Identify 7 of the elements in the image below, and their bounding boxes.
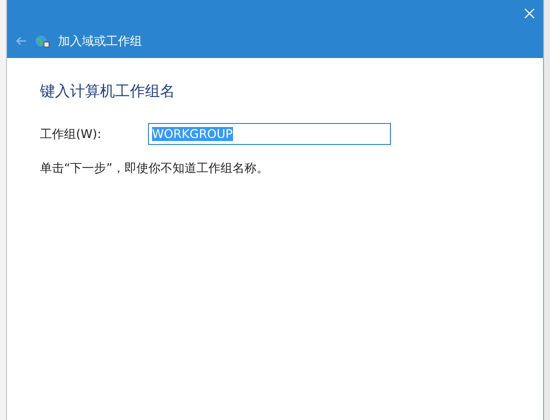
input-field[interactable]: WORKGROUP: [148, 122, 391, 144]
page-heading: 键入计算机工作组名: [40, 81, 176, 102]
field-label: 工作组(W):: [40, 126, 102, 142]
hint-text: 单击“下一步”，即使你不知道工作组名称。: [40, 160, 270, 176]
window-title: 加入域或工作组: [58, 33, 142, 50]
network-globe-icon: [35, 34, 50, 48]
close-icon[interactable]: [524, 8, 535, 19]
